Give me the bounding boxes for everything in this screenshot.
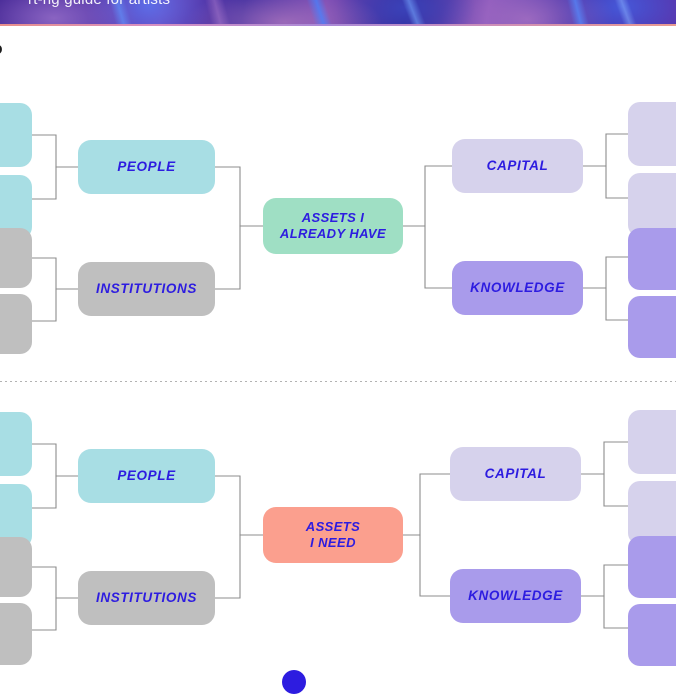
leaf-node[interactable]	[0, 537, 32, 597]
node-people-top[interactable]: PEOPLE	[78, 140, 215, 194]
leaf-node[interactable]	[628, 102, 676, 166]
leaf-node[interactable]	[628, 604, 676, 666]
section-divider	[0, 381, 676, 382]
leaf-node[interactable]	[0, 103, 32, 167]
leaf-node[interactable]	[0, 603, 32, 665]
node-assets-i-already-have[interactable]: ASSETS I ALREADY HAVE	[263, 198, 403, 254]
node-people-bottom[interactable]: PEOPLE	[78, 449, 215, 503]
leaf-node[interactable]	[628, 536, 676, 598]
leaf-node[interactable]	[628, 296, 676, 358]
leaf-node[interactable]	[628, 410, 676, 474]
node-capital-top[interactable]: CAPITAL	[452, 139, 583, 193]
assets-map-diagram: PEOPLE INSTITUTIONS ASSETS I ALREADY HAV…	[0, 0, 676, 694]
node-assets-i-need[interactable]: ASSETS I NEED	[263, 507, 403, 563]
leaf-node[interactable]	[0, 228, 32, 288]
node-institutions-bottom[interactable]: INSTITUTIONS	[78, 571, 215, 625]
leaf-node[interactable]	[628, 228, 676, 290]
node-institutions-top[interactable]: INSTITUTIONS	[78, 262, 215, 316]
node-capital-bottom[interactable]: CAPITAL	[450, 447, 581, 501]
node-knowledge-top[interactable]: KNOWLEDGE	[452, 261, 583, 315]
leaf-node[interactable]	[0, 412, 32, 476]
node-knowledge-bottom[interactable]: KNOWLEDGE	[450, 569, 581, 623]
circle-badge[interactable]	[282, 670, 306, 694]
leaf-node[interactable]	[0, 294, 32, 354]
